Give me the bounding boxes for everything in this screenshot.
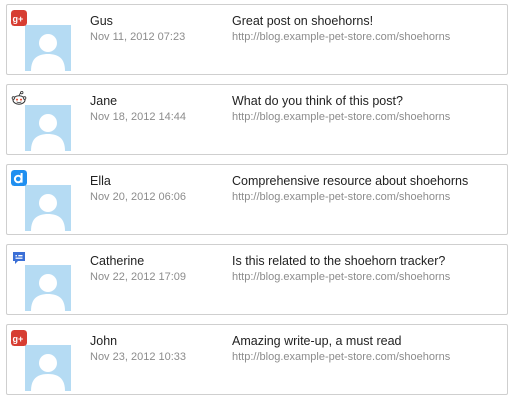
mention-url[interactable]: http://blog.example-pet-store.com/shoeho…: [232, 31, 450, 43]
author-name[interactable]: Ella: [90, 174, 111, 188]
avatar: [25, 345, 71, 391]
timestamp: Nov 18, 2012 14:44: [90, 111, 187, 123]
avatar: [25, 265, 71, 311]
mention-card[interactable]: g+ John Nov 23, 2012 10:33 Amazing write…: [6, 324, 508, 395]
mention-card[interactable]: Ella Nov 20, 2012 06:06 Comprehensive re…: [6, 164, 508, 235]
mention-message: Great post on shoehorns!: [232, 14, 374, 28]
timestamp: Nov 20, 2012 06:06: [90, 191, 187, 203]
mention-url[interactable]: http://blog.example-pet-store.com/shoeho…: [232, 191, 450, 203]
reddit-icon: [11, 90, 27, 106]
mention-message: Is this related to the shoehorn tracker?: [232, 254, 446, 268]
avatar: [25, 25, 71, 71]
mention-message: What do you think of this post?: [232, 94, 403, 108]
svg-text:g+: g+: [13, 14, 24, 24]
comment-bubble-icon: [11, 250, 27, 266]
author-name[interactable]: Catherine: [90, 254, 144, 268]
mention-url[interactable]: http://blog.example-pet-store.com/shoeho…: [232, 351, 450, 363]
avatar: [25, 105, 71, 151]
mention-url[interactable]: http://blog.example-pet-store.com/shoeho…: [232, 271, 450, 283]
google-plus-icon: g+: [11, 330, 27, 346]
timestamp: Nov 11, 2012 07:23: [90, 31, 186, 43]
author-name[interactable]: John: [90, 334, 117, 348]
avatar: [25, 185, 71, 231]
timestamp: Nov 22, 2012 17:09: [90, 271, 187, 283]
mention-card[interactable]: Catherine Nov 22, 2012 17:09 Is this rel…: [6, 244, 508, 315]
mention-message: Amazing write-up, a must read: [232, 334, 402, 348]
google-plus-icon: g+: [11, 10, 27, 26]
author-name[interactable]: Gus: [90, 14, 113, 28]
mention-card[interactable]: Jane Nov 18, 2012 14:44 What do you thin…: [6, 84, 508, 155]
timestamp: Nov 23, 2012 10:33: [90, 351, 187, 363]
delicious-d-icon: [11, 170, 27, 186]
mention-card[interactable]: g+ Gus Nov 11, 2012 07:23 Great post on …: [6, 4, 508, 75]
svg-text:g+: g+: [13, 334, 24, 344]
mention-url[interactable]: http://blog.example-pet-store.com/shoeho…: [232, 111, 450, 123]
author-name[interactable]: Jane: [90, 94, 117, 108]
mention-message: Comprehensive resource about shoehorns: [232, 174, 469, 188]
